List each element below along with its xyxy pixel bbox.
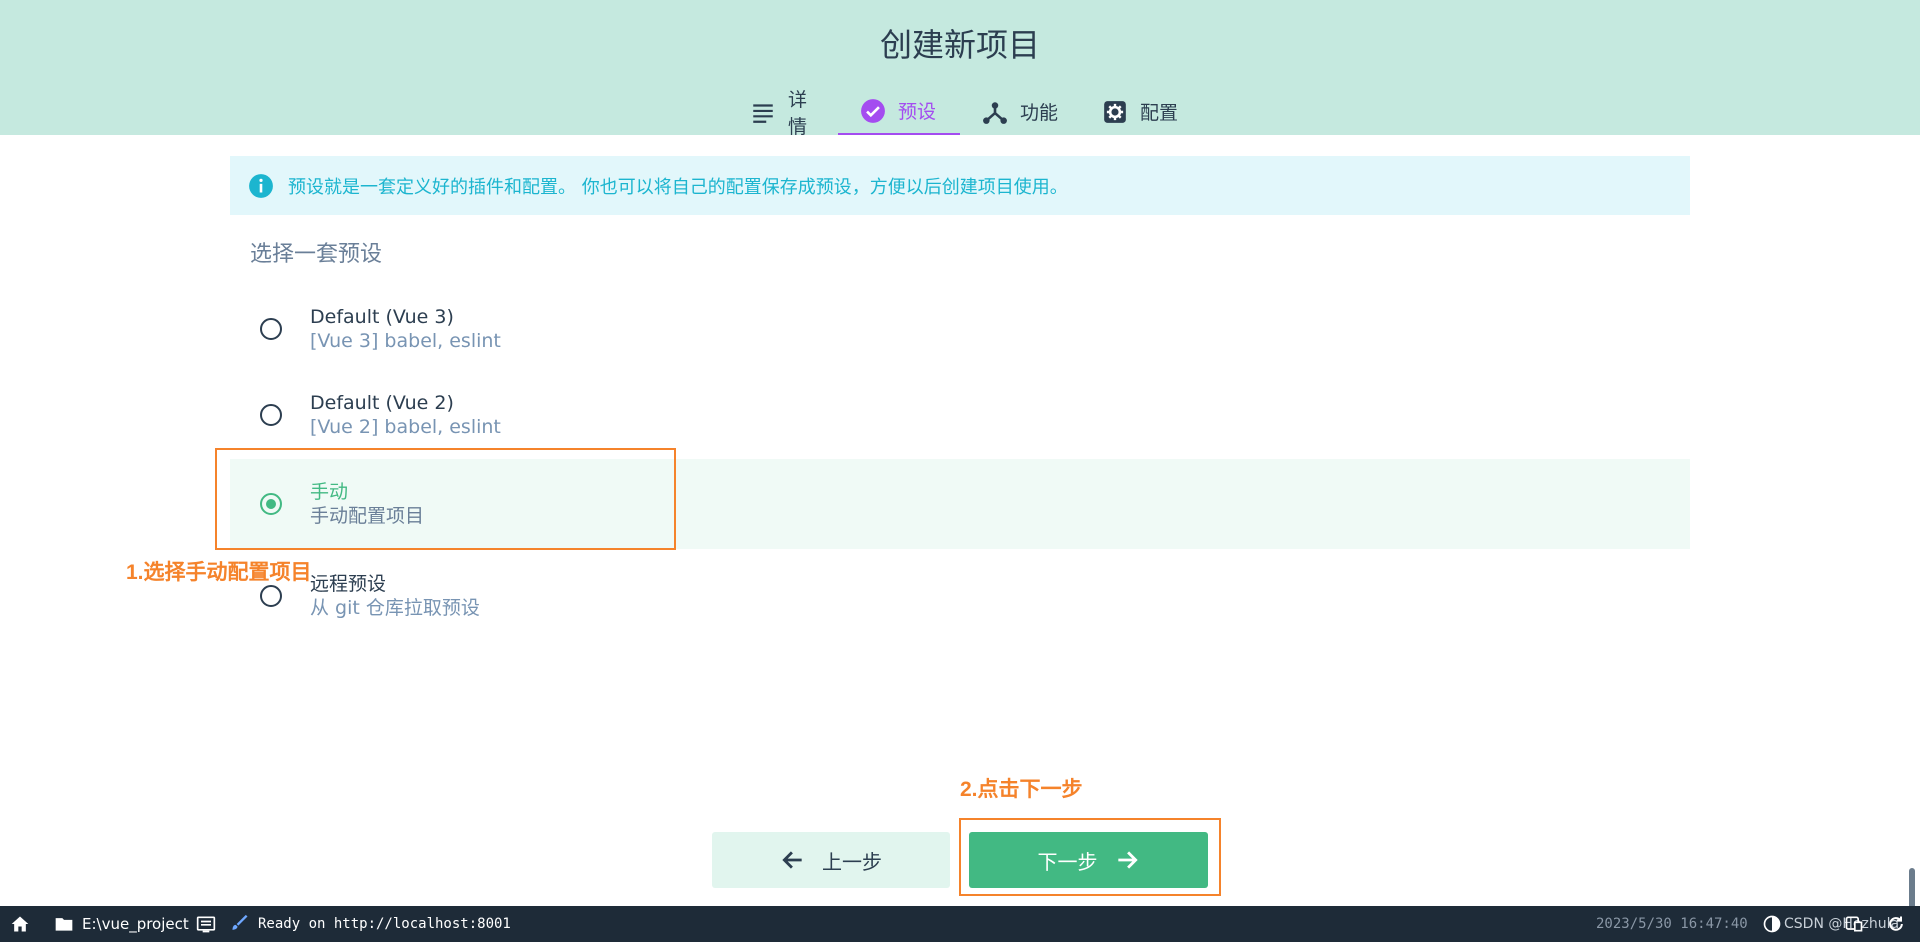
check-circle-icon	[861, 98, 885, 123]
header: 创建新项目 详情 预设 功能 配置	[0, 0, 1920, 138]
translate-button[interactable]	[1844, 906, 1864, 942]
tab-details[interactable]: 详情	[728, 88, 838, 138]
previous-step-button[interactable]: 上一步	[712, 832, 950, 888]
contrast-icon	[1763, 915, 1781, 933]
tab-details-label: 详情	[788, 88, 808, 138]
preset-description: [Vue 2] babel, eslint	[310, 416, 501, 438]
info-banner: 预设就是一套定义好的插件和配置。 你也可以将自己的配置保存成预设，方便以后创建项…	[230, 156, 1690, 215]
page-title: 创建新项目	[879, 26, 1040, 64]
arrow-left-icon	[782, 851, 802, 869]
folder-icon	[55, 918, 73, 931]
tab-features[interactable]: 功能	[960, 88, 1080, 135]
preset-name: Default (Vue 2)	[310, 392, 454, 414]
watermark: CSDN @Hezhula	[1784, 916, 1900, 932]
home-icon	[11, 916, 29, 932]
server-status: Ready on http://localhost:8001	[230, 906, 511, 942]
arrow-right-icon	[1117, 851, 1138, 869]
preset-option-remote[interactable]: 远程预设 从 git 仓库拉取预设	[230, 551, 1690, 641]
tab-preset[interactable]: 预设	[838, 88, 960, 135]
terminal-icon	[196, 916, 216, 933]
gear-icon	[1104, 100, 1126, 123]
annotation-step2: 2.点击下一步	[960, 778, 1083, 801]
brush-icon	[232, 914, 248, 930]
radio-button[interactable]	[260, 318, 282, 340]
radio-button[interactable]	[260, 585, 282, 607]
tab-preset-label: 预设	[898, 101, 937, 123]
radio-button[interactable]	[260, 404, 282, 426]
list-icon	[753, 103, 773, 123]
preset-description: 从 git 仓库拉取预设	[310, 597, 480, 619]
fork-icon	[983, 101, 1007, 124]
folder-path: E:\vue_project	[82, 915, 189, 933]
project-folder[interactable]: E:\vue_project	[54, 906, 189, 942]
refresh-button[interactable]	[1886, 906, 1906, 942]
timestamp: 2023/5/30 16:47:40	[1596, 916, 1748, 932]
section-title: 选择一套预设	[250, 242, 383, 267]
info-icon	[249, 173, 273, 198]
preset-name: 远程预设	[310, 573, 387, 595]
preset-description: [Vue 3] babel, eslint	[310, 330, 501, 352]
console-log-button[interactable]	[196, 906, 216, 942]
annotation-box-manual	[215, 448, 676, 550]
preset-option-vue3[interactable]: Default (Vue 3) [Vue 3] babel, eslint	[230, 284, 1690, 374]
info-text: 预设就是一套定义好的插件和配置。 你也可以将自己的配置保存成预设，方便以后创建项…	[288, 176, 1068, 198]
tab-config[interactable]: 配置	[1080, 88, 1204, 135]
next-step-label: 下一步	[1037, 849, 1098, 874]
next-step-button[interactable]: 下一步	[969, 832, 1208, 888]
refresh-icon	[1889, 916, 1903, 931]
translate-icon	[1845, 916, 1863, 932]
preset-option-vue2[interactable]: Default (Vue 2) [Vue 2] babel, eslint	[230, 370, 1690, 460]
step-tabs: 详情 预设 功能 配置	[728, 88, 1204, 138]
tab-config-label: 配置	[1140, 102, 1179, 124]
status-text: Ready on http://localhost:8001	[258, 916, 511, 932]
tab-features-label: 功能	[1020, 102, 1059, 124]
status-bar: E:\vue_project Ready on http://localhost…	[0, 906, 1920, 942]
home-button[interactable]	[10, 906, 30, 942]
annotation-step1: 1.选择手动配置项目	[126, 561, 312, 584]
preset-name: Default (Vue 3)	[310, 306, 454, 328]
theme-toggle[interactable]	[1762, 906, 1782, 942]
previous-step-label: 上一步	[822, 849, 882, 874]
